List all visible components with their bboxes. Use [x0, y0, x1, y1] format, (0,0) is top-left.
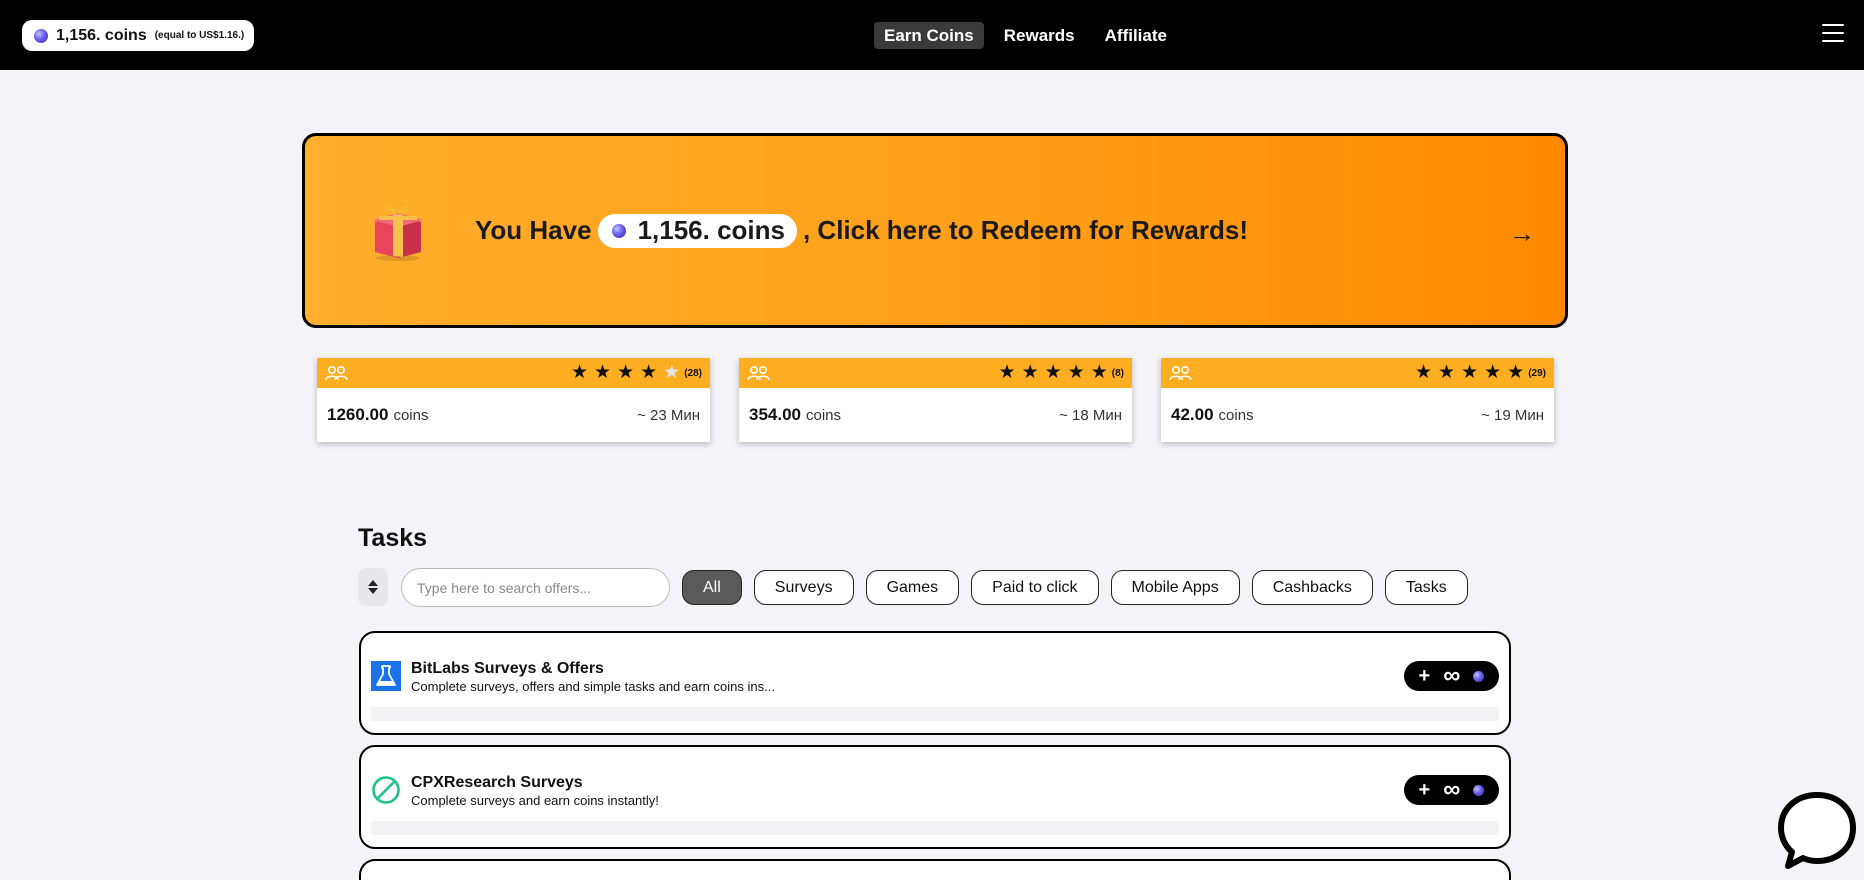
reward-value: ∞ — [1443, 662, 1461, 689]
hamburger-icon[interactable] — [1822, 24, 1844, 44]
filter-cashbacks[interactable]: Cashbacks — [1251, 570, 1373, 605]
task-row[interactable]: BitLabs Surveys & Offers Complete survey… — [359, 631, 1511, 735]
rating-stars: ★ ★ ★ ★ ★ (28) — [570, 362, 702, 383]
arrow-right-icon[interactable]: → — [1509, 218, 1535, 249]
filter-surveys[interactable]: Surveys — [753, 570, 854, 605]
offer-time: ~ 23 Мин — [637, 406, 700, 424]
filter-chips: All Surveys Games Paid to click Mobile A… — [682, 570, 1468, 605]
star-icon: ★ — [1461, 362, 1479, 383]
offer-unit: coins — [806, 407, 842, 424]
search-input[interactable] — [401, 568, 670, 607]
banner-suffix: , Click here to Redeem for Rewards! — [802, 215, 1249, 245]
offer-coins: 354.00 — [749, 405, 801, 424]
flask-icon — [371, 661, 401, 691]
banner-coin-pill: 1,156. coins — [597, 213, 797, 248]
rating-stars: ★ ★ ★ ★ ★ (8) — [998, 362, 1124, 383]
banner-text: You Have 1,156. coins , Click here to Re… — [475, 136, 1248, 325]
task-name: CPXResearch Surveys — [411, 774, 583, 791]
tasks-title: Tasks — [358, 524, 428, 552]
users-icon — [325, 365, 348, 381]
coin-icon — [1473, 784, 1485, 796]
filter-paid-to-click[interactable]: Paid to click — [971, 570, 1099, 605]
offer-card-body: 354.00 coins ~ 18 Мин — [739, 388, 1132, 442]
task-reward-badge[interactable]: + ∞ — [1404, 775, 1499, 805]
sort-up-icon — [368, 580, 378, 586]
banner-coin-amount: 1,156. coins — [637, 215, 785, 245]
star-icon: ★ — [617, 362, 635, 383]
offer-coins: 1260.00 — [327, 405, 389, 424]
users-icon — [747, 365, 770, 381]
star-empty-icon: ★ — [663, 362, 681, 383]
star-icon: ★ — [1414, 362, 1433, 383]
star-icon: ★ — [998, 362, 1016, 383]
filter-all[interactable]: All — [682, 570, 742, 605]
coin-icon — [34, 28, 48, 43]
star-icon: ★ — [1090, 362, 1108, 383]
review-count: (29) — [1528, 367, 1546, 379]
star-icon: ★ — [1484, 362, 1502, 383]
task-reward-badge[interactable]: + ∞ — [1404, 661, 1499, 691]
offer-card[interactable]: ★ ★ ★ ★ ★ (29) 42.00 coins ~ 19 Мин — [1161, 358, 1554, 442]
star-icon: ★ — [570, 362, 589, 383]
offer-card-header: ★ ★ ★ ★ ★ (28) — [317, 358, 710, 388]
users-icon — [1169, 365, 1192, 381]
reward-plus: + — [1418, 778, 1431, 801]
task-description: Complete surveys, offers and simple task… — [411, 679, 775, 694]
filter-mobile-apps[interactable]: Mobile Apps — [1110, 570, 1240, 605]
star-icon: ★ — [1438, 362, 1456, 383]
review-count: (8) — [1111, 367, 1124, 379]
star-icon: ★ — [1021, 362, 1039, 383]
nav-affiliate[interactable]: Affiliate — [1095, 22, 1177, 49]
rating-stars: ★ ★ ★ ★ ★ (29) — [1414, 362, 1546, 383]
task-name: BitLabs Surveys & Offers — [411, 660, 604, 677]
task-row[interactable]: CPXResearch Surveys Complete surveys and… — [359, 745, 1511, 849]
task-row-footer — [371, 821, 1499, 835]
gift-icon — [373, 205, 423, 261]
sort-down-icon — [368, 588, 378, 594]
task-row-footer — [371, 707, 1499, 721]
chat-bubble-icon[interactable] — [1776, 790, 1858, 872]
offer-unit: coins — [1218, 407, 1254, 424]
star-icon: ★ — [640, 362, 658, 383]
filter-tasks[interactable]: Tasks — [1384, 570, 1468, 605]
nav-earn-coins[interactable]: Earn Coins — [874, 22, 984, 49]
offer-unit: coins — [393, 407, 429, 424]
offer-card-header: ★ ★ ★ ★ ★ (8) — [739, 358, 1132, 388]
banner-prefix: You Have — [475, 215, 592, 245]
review-count: (28) — [684, 367, 702, 379]
star-icon: ★ — [1067, 362, 1085, 383]
nav-rewards[interactable]: Rewards — [994, 22, 1085, 49]
offer-card[interactable]: ★ ★ ★ ★ ★ (28) 1260.00 coins ~ 23 Мин — [317, 358, 710, 442]
offer-time: ~ 18 Мин — [1059, 406, 1122, 424]
star-icon: ★ — [1044, 362, 1062, 383]
offer-card-body: 1260.00 coins ~ 23 Мин — [317, 388, 710, 442]
star-icon: ★ — [594, 362, 612, 383]
coin-balance-usd: (equal to US$1.16.) — [154, 30, 245, 41]
filter-games[interactable]: Games — [865, 570, 960, 605]
offer-card-body: 42.00 coins ~ 19 Мин — [1161, 388, 1554, 442]
coin-balance-pill[interactable]: 1,156. coins (equal to US$1.16.) — [22, 20, 255, 51]
coin-icon — [611, 223, 626, 238]
reward-value: ∞ — [1443, 776, 1461, 803]
main-nav: Earn Coins Rewards Affiliate — [874, 22, 1177, 49]
cpx-check-icon — [372, 776, 400, 804]
task-row[interactable] — [359, 859, 1511, 880]
offer-coins: 42.00 — [1171, 405, 1214, 424]
offer-card-header: ★ ★ ★ ★ ★ (29) — [1161, 358, 1554, 388]
top-bar: 1,156. coins (equal to US$1.16.) Earn Co… — [0, 0, 1864, 70]
coin-icon — [1473, 670, 1485, 682]
offer-time: ~ 19 Мин — [1481, 406, 1544, 424]
coin-balance: 1,156. coins — [56, 26, 147, 44]
reward-plus: + — [1418, 664, 1431, 687]
star-icon: ★ — [1507, 362, 1525, 383]
offer-card[interactable]: ★ ★ ★ ★ ★ (8) 354.00 coins ~ 18 Мин — [739, 358, 1132, 442]
task-description: Complete surveys and earn coins instantl… — [411, 793, 659, 808]
redeem-banner[interactable]: You Have 1,156. coins , Click here to Re… — [302, 133, 1568, 328]
sort-button[interactable] — [358, 568, 388, 606]
